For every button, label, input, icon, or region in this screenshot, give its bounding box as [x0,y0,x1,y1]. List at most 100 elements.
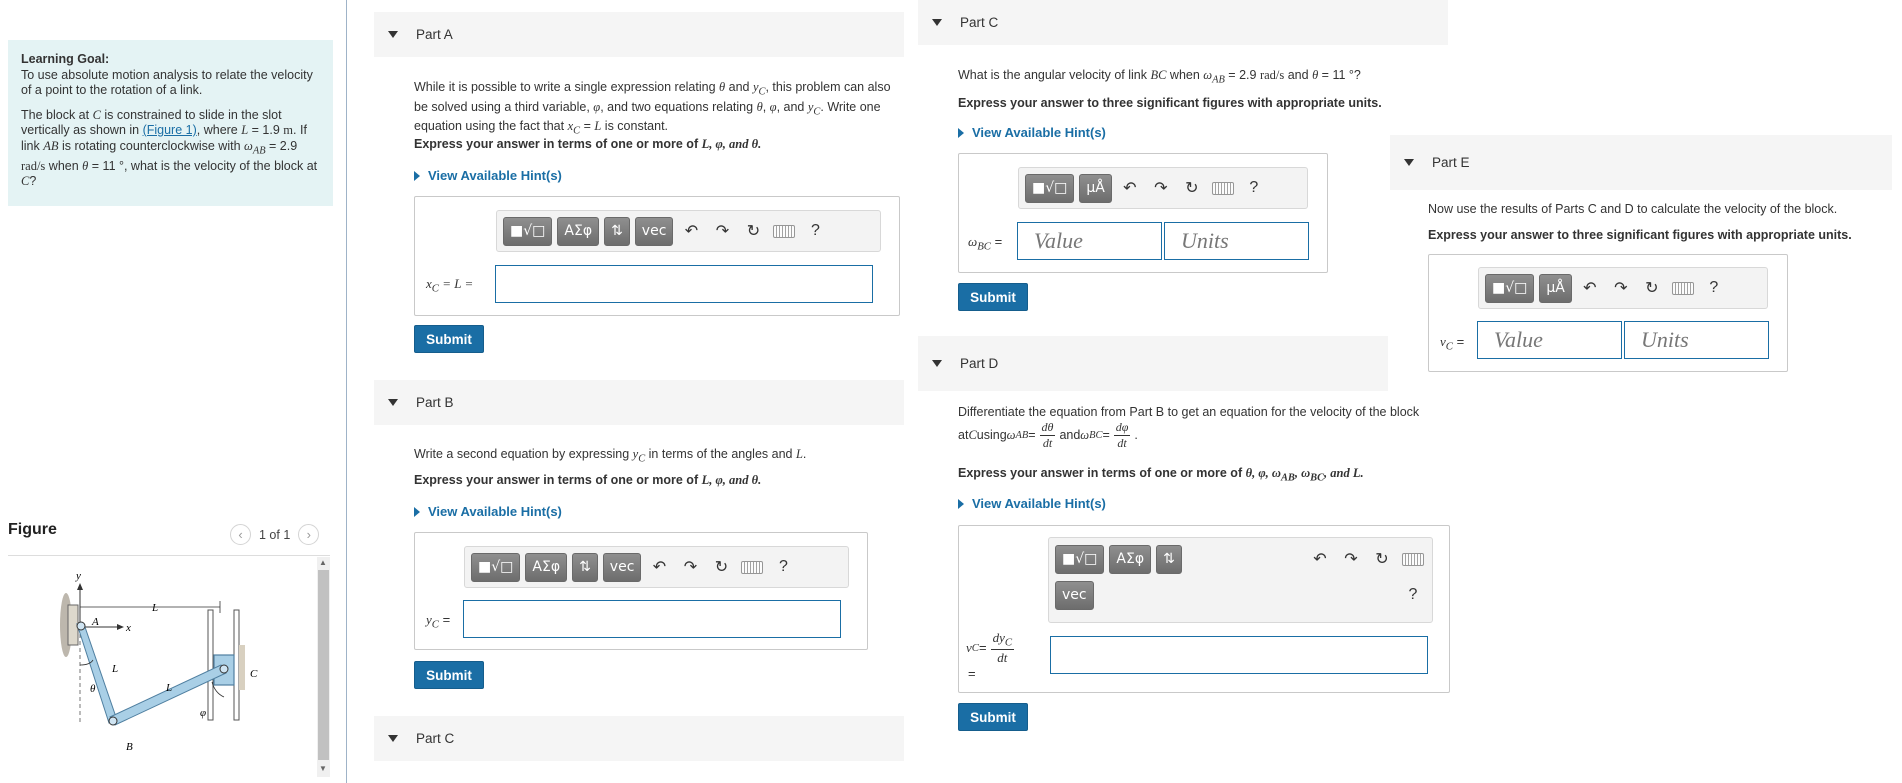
templates-button[interactable]: ■√□ [503,216,553,246]
panel-divider [346,0,347,783]
arrows-button[interactable]: ⇅ [604,216,630,246]
link-ab [76,623,118,724]
part-d-answer-input[interactable] [1050,636,1428,674]
label-c: C [250,668,258,680]
units-button[interactable]: μÅ [1539,273,1572,303]
undo-icon[interactable]: ↶ [1577,275,1603,301]
part-e-instruction: Express your answer to three significant… [1428,228,1852,242]
units-button[interactable]: μÅ [1079,173,1112,203]
part-c-units-input[interactable]: Units [1164,222,1309,260]
part-a-hint-toggle[interactable]: View Available Hint(s) [414,168,562,183]
keyboard-icon[interactable] [1400,546,1426,572]
figure-scrollbar-thumb[interactable] [318,570,329,760]
redo-icon[interactable]: ↷ [1148,175,1174,201]
fraction-dphi-dt: dφ dt [1113,420,1131,450]
part-e-units-input[interactable]: Units [1624,321,1769,359]
part-c-header-left[interactable]: Part C [374,716,904,761]
expand-triangle-icon [414,506,420,517]
help-icon[interactable]: ? [770,554,796,580]
label-a: A [91,616,99,628]
part-c-value-input[interactable]: Value [1017,222,1162,260]
templates-button[interactable]: ■√□ [471,552,521,582]
part-c-question: What is the angular velocity of link BC … [958,68,1361,86]
label-l-bc: L [165,682,172,694]
greek-button[interactable]: ΑΣφ [525,552,568,582]
redo-icon[interactable]: ↷ [1608,275,1634,301]
collapse-triangle-icon [932,360,942,367]
help-icon[interactable]: ? [1701,275,1727,301]
figure-pager: ‹ 1 of 1 › [230,524,320,545]
undo-icon[interactable]: ↶ [678,218,704,244]
part-c-toolbar: ■√□ μÅ ↶ ↷ ↻ ? [1018,167,1308,209]
pin-a [76,621,86,631]
figure-page-count: 1 of 1 [259,527,291,542]
part-d-hint-toggle[interactable]: View Available Hint(s) [958,496,1106,511]
expand-triangle-icon [958,498,964,509]
templates-button[interactable]: ■√□ [1055,544,1105,574]
problem-statement: The block at C is constrained to slide i… [21,107,318,189]
part-a-description: While it is possible to write a single e… [414,80,891,137]
collapse-triangle-icon [1404,159,1414,166]
reset-icon[interactable]: ↻ [1639,275,1665,301]
templates-button[interactable]: ■√□ [1485,273,1535,303]
help-icon[interactable]: ? [1400,582,1426,608]
scroll-up-icon[interactable]: ▲ [319,558,327,567]
part-d-submit-button[interactable]: Submit [958,703,1028,731]
chevron-right-icon[interactable]: › [298,524,320,545]
keyboard-icon[interactable] [739,554,765,580]
label-theta: θ [90,683,96,695]
label-x: x [125,622,131,634]
greek-button[interactable]: ΑΣφ [557,216,600,246]
part-c-header[interactable]: Part C [918,0,1448,45]
vec-button[interactable]: vec [602,552,642,582]
part-b-header[interactable]: Part B [374,380,904,425]
templates-button[interactable]: ■√□ [1025,173,1075,203]
reset-icon[interactable]: ↻ [708,554,734,580]
part-d-description-line2: at C using ω AB = dθ dt and ω BC = dφ dt . [958,420,1138,450]
part-a-submit-button[interactable]: Submit [414,325,484,353]
collapse-triangle-icon [932,19,942,26]
keyboard-icon[interactable] [1670,275,1696,301]
figure-link[interactable]: (Figure 1) [143,123,197,137]
part-b-submit-button[interactable]: Submit [414,661,484,689]
part-e-title: Part E [1432,155,1470,170]
reset-icon[interactable]: ↻ [740,218,766,244]
wall-support [60,593,79,657]
keyboard-icon[interactable] [771,218,797,244]
scroll-down-icon[interactable]: ▼ [319,764,327,773]
part-b-title: Part B [416,395,454,410]
part-e-header[interactable]: Part E [1390,135,1892,190]
fraction-dyc-dt: dyC dt [990,630,1015,665]
part-a-answer-input[interactable] [495,265,873,303]
part-b-hint-toggle[interactable]: View Available Hint(s) [414,504,562,519]
part-a-header[interactable]: Part A [374,12,904,57]
arrows-button[interactable]: ⇅ [1156,544,1182,574]
arrows-button[interactable]: ⇅ [572,552,598,582]
chevron-left-icon[interactable]: ‹ [230,524,251,545]
redo-icon[interactable]: ↷ [709,218,735,244]
vec-button[interactable]: vec [1055,580,1094,610]
redo-icon[interactable]: ↷ [1338,546,1364,572]
part-c-instruction: Express your answer to three significant… [958,96,1382,110]
keyboard-icon[interactable] [1210,175,1236,201]
part-c-title: Part C [960,15,999,30]
part-d-answer-label: vC = dyC dt [966,630,1015,665]
part-c-hint-toggle[interactable]: View Available Hint(s) [958,125,1106,140]
vec-button[interactable]: vec [634,216,674,246]
undo-icon[interactable]: ↶ [1307,546,1333,572]
part-d-header[interactable]: Part D [918,336,1388,391]
help-icon[interactable]: ? [802,218,828,244]
part-b-answer-input[interactable] [463,600,841,638]
reset-icon[interactable]: ↻ [1369,546,1395,572]
collapse-triangle-icon [388,31,398,38]
redo-icon[interactable]: ↷ [677,554,703,580]
reset-icon[interactable]: ↻ [1179,175,1205,201]
help-icon[interactable]: ? [1241,175,1267,201]
label-phi: φ [200,707,206,719]
part-c-submit-button[interactable]: Submit [958,283,1028,311]
undo-icon[interactable]: ↶ [646,554,672,580]
greek-button[interactable]: ΑΣφ [1109,544,1152,574]
part-a-answer-label: xC = L = [426,276,474,295]
part-e-value-input[interactable]: Value [1477,321,1622,359]
undo-icon[interactable]: ↶ [1117,175,1143,201]
